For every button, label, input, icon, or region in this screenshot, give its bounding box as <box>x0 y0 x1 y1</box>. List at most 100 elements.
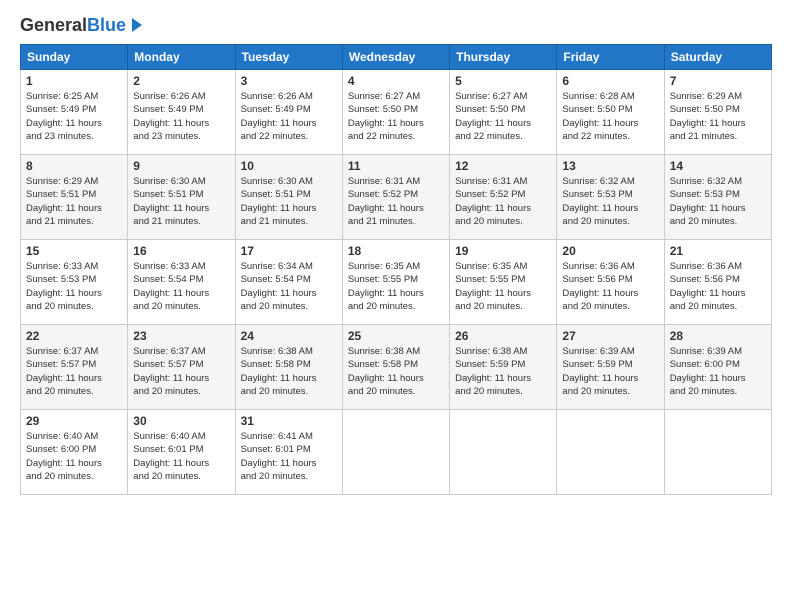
day-cell: 27 Sunrise: 6:39 AMSunset: 5:59 PMDayligh… <box>557 325 664 410</box>
day-number: 26 <box>455 329 551 343</box>
day-cell: 2Sunrise: 6:26 AMSunset: 5:49 PMDaylight… <box>128 70 235 155</box>
day-cell: 26 Sunrise: 6:38 AMSunset: 5:59 PMDayligh… <box>450 325 557 410</box>
day-info: Sunrise: 6:28 AMSunset: 5:50 PMDaylight:… <box>562 90 658 143</box>
day-number: 25 <box>348 329 444 343</box>
calendar-page: GeneralBlue SundayMondayTuesdayWednesday… <box>0 0 792 612</box>
day-info: Sunrise: 6:34 AMSunset: 5:54 PMDaylight:… <box>241 260 337 313</box>
day-info: Sunrise: 6:29 AMSunset: 5:51 PMDaylight:… <box>26 175 122 228</box>
weekday-header-wednesday: Wednesday <box>342 45 449 70</box>
day-cell: 30Sunrise: 6:40 AMSunset: 6:01 PMDayligh… <box>128 410 235 495</box>
week-row-2: 8 Sunrise: 6:29 AMSunset: 5:51 PMDaylight… <box>21 155 772 240</box>
day-number: 4 <box>348 74 444 88</box>
day-number: 29 <box>26 414 122 428</box>
day-number: 17 <box>241 244 337 258</box>
header: GeneralBlue <box>20 16 772 34</box>
day-number: 23 <box>133 329 229 343</box>
day-number: 9 <box>133 159 229 173</box>
day-number: 2 <box>133 74 229 88</box>
day-info: Sunrise: 6:40 AMSunset: 6:00 PMDaylight:… <box>26 430 122 483</box>
day-cell: 7Sunrise: 6:29 AMSunset: 5:50 PMDaylight… <box>664 70 771 155</box>
day-number: 14 <box>670 159 766 173</box>
day-cell: 12 Sunrise: 6:31 AMSunset: 5:52 PMDayligh… <box>450 155 557 240</box>
day-cell: 29 Sunrise: 6:40 AMSunset: 6:00 PMDayligh… <box>21 410 128 495</box>
day-cell: 11 Sunrise: 6:31 AMSunset: 5:52 PMDayligh… <box>342 155 449 240</box>
day-number: 3 <box>241 74 337 88</box>
day-info: Sunrise: 6:37 AMSunset: 5:57 PMDaylight:… <box>133 345 229 398</box>
day-number: 31 <box>241 414 337 428</box>
day-info: Sunrise: 6:32 AMSunset: 5:53 PMDaylight:… <box>562 175 658 228</box>
day-number: 19 <box>455 244 551 258</box>
day-number: 21 <box>670 244 766 258</box>
day-info: Sunrise: 6:33 AMSunset: 5:54 PMDaylight:… <box>133 260 229 313</box>
day-info: Sunrise: 6:27 AMSunset: 5:50 PMDaylight:… <box>348 90 444 143</box>
day-info: Sunrise: 6:39 AMSunset: 5:59 PMDaylight:… <box>562 345 658 398</box>
weekday-header-thursday: Thursday <box>450 45 557 70</box>
day-number: 1 <box>26 74 122 88</box>
day-info: Sunrise: 6:31 AMSunset: 5:52 PMDaylight:… <box>455 175 551 228</box>
day-number: 22 <box>26 329 122 343</box>
day-cell: 15 Sunrise: 6:33 AMSunset: 5:53 PMDayligh… <box>21 240 128 325</box>
day-info: Sunrise: 6:31 AMSunset: 5:52 PMDaylight:… <box>348 175 444 228</box>
weekday-header-friday: Friday <box>557 45 664 70</box>
logo-arrow-icon <box>132 18 142 32</box>
day-cell <box>664 410 771 495</box>
day-number: 18 <box>348 244 444 258</box>
week-row-1: 1 Sunrise: 6:25 AMSunset: 5:49 PMDaylight… <box>21 70 772 155</box>
day-cell <box>450 410 557 495</box>
weekday-header-row: SundayMondayTuesdayWednesdayThursdayFrid… <box>21 45 772 70</box>
day-cell: 14Sunrise: 6:32 AMSunset: 5:53 PMDayligh… <box>664 155 771 240</box>
day-cell: 31 Sunrise: 6:41 AMSunset: 6:01 PMDayligh… <box>235 410 342 495</box>
logo: GeneralBlue <box>20 16 142 34</box>
day-info: Sunrise: 6:36 AMSunset: 5:56 PMDaylight:… <box>562 260 658 313</box>
day-number: 24 <box>241 329 337 343</box>
day-cell: 10Sunrise: 6:30 AMSunset: 5:51 PMDayligh… <box>235 155 342 240</box>
day-cell: 9 Sunrise: 6:30 AMSunset: 5:51 PMDaylight… <box>128 155 235 240</box>
weekday-header-tuesday: Tuesday <box>235 45 342 70</box>
logo-general: General <box>20 15 87 35</box>
day-number: 11 <box>348 159 444 173</box>
day-cell: 28Sunrise: 6:39 AMSunset: 6:00 PMDayligh… <box>664 325 771 410</box>
day-cell: 24 Sunrise: 6:38 AMSunset: 5:58 PMDayligh… <box>235 325 342 410</box>
day-info: Sunrise: 6:33 AMSunset: 5:53 PMDaylight:… <box>26 260 122 313</box>
day-cell: 18Sunrise: 6:35 AMSunset: 5:55 PMDayligh… <box>342 240 449 325</box>
day-number: 27 <box>562 329 658 343</box>
day-cell: 6 Sunrise: 6:28 AMSunset: 5:50 PMDaylight… <box>557 70 664 155</box>
day-cell <box>557 410 664 495</box>
day-cell: 19Sunrise: 6:35 AMSunset: 5:55 PMDayligh… <box>450 240 557 325</box>
week-row-5: 29 Sunrise: 6:40 AMSunset: 6:00 PMDayligh… <box>21 410 772 495</box>
day-cell: 20 Sunrise: 6:36 AMSunset: 5:56 PMDayligh… <box>557 240 664 325</box>
day-cell: 8 Sunrise: 6:29 AMSunset: 5:51 PMDaylight… <box>21 155 128 240</box>
day-number: 6 <box>562 74 658 88</box>
day-number: 20 <box>562 244 658 258</box>
day-cell: 13Sunrise: 6:32 AMSunset: 5:53 PMDayligh… <box>557 155 664 240</box>
day-cell <box>342 410 449 495</box>
day-info: Sunrise: 6:37 AMSunset: 5:57 PMDaylight:… <box>26 345 122 398</box>
day-info: Sunrise: 6:38 AMSunset: 5:58 PMDaylight:… <box>348 345 444 398</box>
day-info: Sunrise: 6:30 AMSunset: 5:51 PMDaylight:… <box>241 175 337 228</box>
calendar-table: SundayMondayTuesdayWednesdayThursdayFrid… <box>20 44 772 495</box>
day-cell: 25 Sunrise: 6:38 AMSunset: 5:58 PMDayligh… <box>342 325 449 410</box>
day-number: 5 <box>455 74 551 88</box>
day-info: Sunrise: 6:36 AMSunset: 5:56 PMDaylight:… <box>670 260 766 313</box>
day-info: Sunrise: 6:30 AMSunset: 5:51 PMDaylight:… <box>133 175 229 228</box>
day-info: Sunrise: 6:27 AMSunset: 5:50 PMDaylight:… <box>455 90 551 143</box>
logo-blue: Blue <box>87 15 126 35</box>
day-info: Sunrise: 6:25 AMSunset: 5:49 PMDaylight:… <box>26 90 122 143</box>
day-number: 15 <box>26 244 122 258</box>
day-cell: 5 Sunrise: 6:27 AMSunset: 5:50 PMDaylight… <box>450 70 557 155</box>
weekday-header-saturday: Saturday <box>664 45 771 70</box>
day-cell: 17 Sunrise: 6:34 AMSunset: 5:54 PMDayligh… <box>235 240 342 325</box>
day-cell: 23 Sunrise: 6:37 AMSunset: 5:57 PMDayligh… <box>128 325 235 410</box>
day-number: 8 <box>26 159 122 173</box>
day-info: Sunrise: 6:41 AMSunset: 6:01 PMDaylight:… <box>241 430 337 483</box>
day-info: Sunrise: 6:26 AMSunset: 5:49 PMDaylight:… <box>241 90 337 143</box>
day-cell: 21 Sunrise: 6:36 AMSunset: 5:56 PMDayligh… <box>664 240 771 325</box>
day-info: Sunrise: 6:39 AMSunset: 6:00 PMDaylight:… <box>670 345 766 398</box>
day-info: Sunrise: 6:38 AMSunset: 5:58 PMDaylight:… <box>241 345 337 398</box>
day-cell: 3 Sunrise: 6:26 AMSunset: 5:49 PMDaylight… <box>235 70 342 155</box>
week-row-4: 22 Sunrise: 6:37 AMSunset: 5:57 PMDayligh… <box>21 325 772 410</box>
day-info: Sunrise: 6:38 AMSunset: 5:59 PMDaylight:… <box>455 345 551 398</box>
day-number: 12 <box>455 159 551 173</box>
day-number: 30 <box>133 414 229 428</box>
weekday-header-monday: Monday <box>128 45 235 70</box>
